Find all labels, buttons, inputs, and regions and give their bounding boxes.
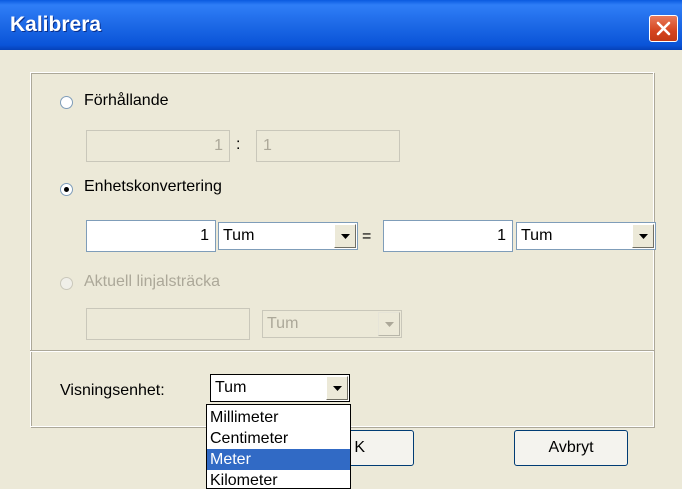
- actual-ruler-radio[interactable]: [60, 277, 73, 290]
- ratio-radio[interactable]: [60, 96, 73, 109]
- title-bar: Kalibrera: [0, 0, 682, 50]
- ratio-right-field[interactable]: 1: [256, 130, 400, 162]
- chevron-down-icon: [385, 322, 394, 327]
- unit-conversion-radio[interactable]: [60, 183, 73, 196]
- actual-ruler-field[interactable]: [86, 308, 250, 340]
- ratio-separator: :: [236, 136, 241, 153]
- chevron-down-icon: [639, 234, 648, 239]
- close-button[interactable]: [649, 15, 678, 42]
- ratio-left-field[interactable]: 1: [86, 130, 230, 162]
- conversion-right-unit-value: Tum: [521, 227, 553, 244]
- option-meter[interactable]: Meter: [207, 449, 350, 470]
- dropdown-button[interactable]: [334, 224, 356, 248]
- conversion-left-unit-combo[interactable]: Tum: [218, 222, 358, 250]
- dropdown-button[interactable]: [378, 312, 400, 336]
- actual-ruler-unit-value: Tum: [267, 315, 299, 332]
- dropdown-button[interactable]: [326, 376, 348, 400]
- conversion-right-value-field[interactable]: 1: [383, 220, 513, 252]
- window-title: Kalibrera: [10, 13, 102, 36]
- option-millimeter[interactable]: Millimeter: [207, 407, 350, 428]
- actual-ruler-label[interactable]: Aktuell linjalsträcka: [84, 273, 220, 291]
- display-unit-label: Visningsenhet:: [60, 382, 165, 399]
- chevron-down-icon: [333, 386, 342, 391]
- conversion-left-unit-value: Tum: [223, 227, 255, 244]
- ratio-label[interactable]: Förhållande: [84, 92, 169, 110]
- cancel-button[interactable]: Avbryt: [514, 430, 628, 466]
- unit-conversion-label[interactable]: Enhetskonvertering: [84, 178, 222, 196]
- equals-sign: =: [362, 228, 372, 245]
- conversion-right-unit-combo[interactable]: Tum: [516, 222, 656, 250]
- option-kilometer[interactable]: Kilometer: [207, 470, 350, 488]
- dropdown-button[interactable]: [632, 224, 654, 248]
- chevron-down-icon: [341, 234, 350, 239]
- display-unit-combo[interactable]: Tum: [210, 374, 350, 402]
- display-unit-dropdown-list[interactable]: Millimeter Centimeter Meter Kilometer: [206, 404, 351, 489]
- option-centimeter[interactable]: Centimeter: [207, 428, 350, 449]
- actual-ruler-unit-combo[interactable]: Tum: [262, 310, 402, 338]
- divider: [30, 350, 654, 352]
- conversion-left-value-field[interactable]: 1: [86, 220, 216, 252]
- close-icon: [656, 21, 671, 36]
- display-unit-value: Tum: [215, 379, 247, 396]
- radio-selected-dot: [64, 187, 69, 192]
